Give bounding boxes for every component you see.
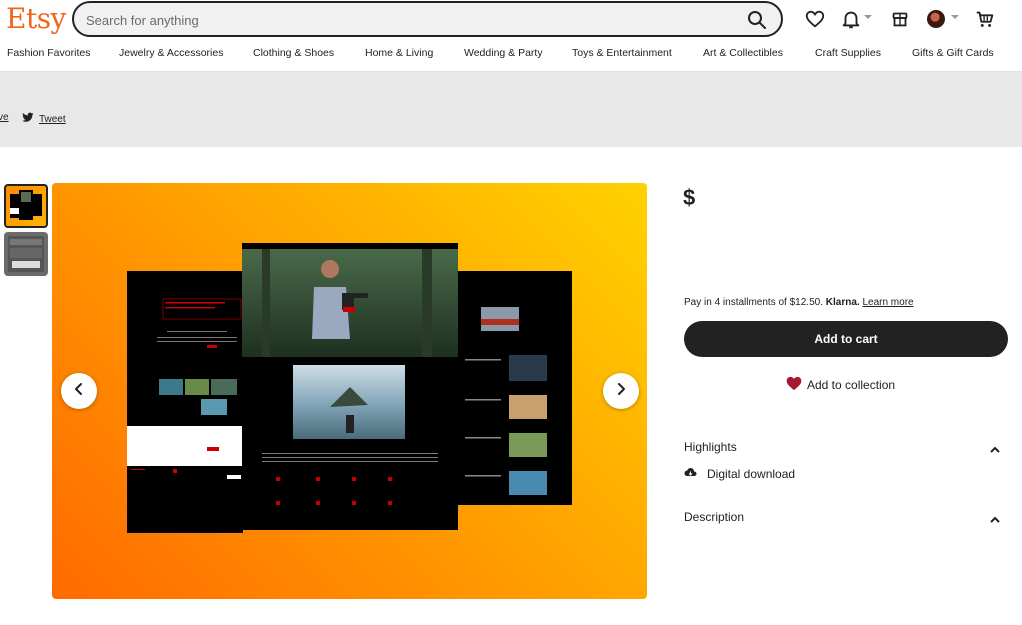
twitter-icon — [22, 112, 34, 126]
description-label: Description — [684, 510, 745, 524]
highlights-toggle[interactable]: Highlights — [684, 440, 1004, 460]
chevron-down-icon[interactable] — [951, 15, 959, 19]
description-toggle[interactable]: Description — [684, 510, 1004, 530]
listing-price: $ — [683, 185, 696, 210]
nav-item-wedding[interactable]: Wedding & Party — [464, 47, 543, 59]
category-nav: Fashion Favorites Jewelry & Accessories … — [0, 47, 1022, 65]
chevron-down-icon[interactable] — [864, 15, 872, 19]
nav-item-clothing[interactable]: Clothing & Shoes — [253, 47, 334, 59]
listing-thumbnail-1[interactable] — [4, 184, 48, 228]
search-icon[interactable] — [747, 10, 767, 30]
mockup-page-right — [457, 271, 572, 505]
search-bar — [72, 1, 783, 37]
digital-download-label: Digital download — [707, 467, 796, 481]
add-to-collection-button[interactable]: Add to collection — [786, 376, 895, 394]
avatar[interactable] — [927, 10, 945, 28]
learn-more-link[interactable]: Learn more — [862, 297, 913, 308]
listing-thumbnail-2[interactable] — [4, 232, 48, 276]
nav-item-home-living[interactable]: Home & Living — [365, 47, 433, 59]
tweet-link[interactable]: Tweet — [22, 112, 66, 126]
nav-item-art[interactable]: Art & Collectibles — [703, 47, 783, 59]
bell-icon[interactable] — [840, 8, 862, 30]
highlights-label: Highlights — [684, 440, 737, 454]
add-to-cart-button[interactable]: Add to cart — [684, 321, 1008, 357]
share-bar: ve Tweet — [0, 72, 1022, 147]
mockup-page-center — [242, 243, 458, 530]
chevron-right-icon — [614, 382, 628, 401]
previous-image-button[interactable] — [61, 373, 97, 409]
cart-icon[interactable] — [974, 8, 996, 30]
listing-main-image — [52, 183, 647, 599]
nav-item-craft[interactable]: Craft Supplies — [815, 47, 881, 59]
chevron-up-icon — [990, 513, 1000, 527]
etsy-logo[interactable]: Etsy — [6, 2, 66, 35]
nav-item-fashion-favorites[interactable]: Fashion Favorites — [7, 47, 90, 59]
next-image-button[interactable] — [603, 373, 639, 409]
nav-item-gifts[interactable]: Gifts & Gift Cards — [912, 47, 994, 59]
mockup-page-left — [127, 271, 243, 533]
chevron-left-icon — [72, 382, 86, 401]
nav-item-toys[interactable]: Toys & Entertainment — [572, 47, 672, 59]
cloud-download-icon — [684, 467, 697, 481]
klarna-label: Klarna. — [825, 297, 860, 308]
save-link[interactable]: ve — [0, 112, 9, 123]
installments-text: Pay in 4 installments of $12.50. Klarna.… — [684, 297, 914, 308]
heart-icon[interactable] — [804, 8, 826, 30]
nav-item-jewelry[interactable]: Jewelry & Accessories — [119, 47, 223, 59]
installments-label: Pay in 4 installments of $12.50. — [684, 297, 823, 308]
gift-icon[interactable] — [889, 8, 911, 30]
digital-download-highlight: Digital download — [684, 467, 795, 481]
site-header: Etsy Fashion Favorites Jewelry & Accesso… — [0, 0, 1022, 72]
tweet-label: Tweet — [39, 113, 66, 125]
heart-icon — [786, 376, 802, 394]
search-input[interactable] — [86, 10, 726, 30]
add-to-collection-label: Add to collection — [807, 378, 896, 392]
chevron-up-icon — [990, 443, 1000, 457]
